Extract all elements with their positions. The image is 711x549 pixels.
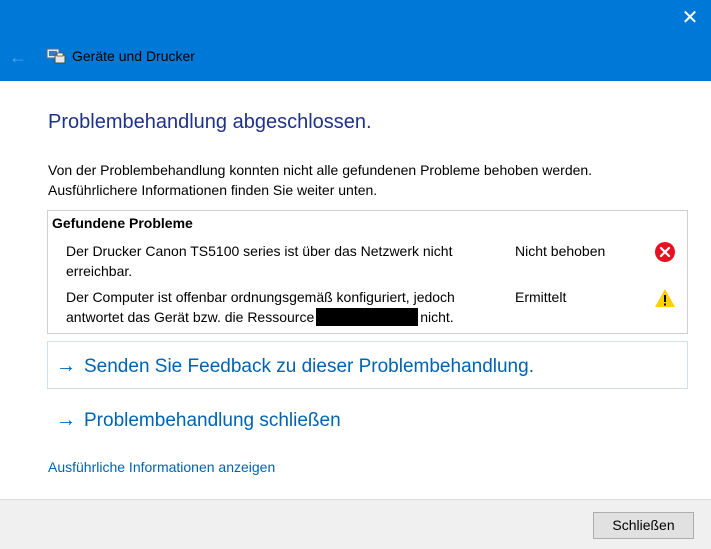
feedback-link[interactable]: → Senden Sie Feedback zu dieser Problembe… (56, 355, 534, 378)
problem-status: Ermittelt (515, 289, 567, 305)
problem-row: Der Computer ist offenbar ordnungsgemäß … (48, 287, 687, 329)
problem-description: Der Drucker Canon TS5100 series ist über… (66, 243, 453, 279)
page-title: Problembehandlung abgeschlossen. (48, 111, 372, 133)
problem-status: Nicht behoben (515, 243, 606, 259)
title-bar: ← Geräte und Drucker ✕ (0, 0, 711, 81)
back-arrow-icon[interactable]: ← (6, 45, 30, 69)
error-icon (655, 242, 675, 262)
intro-text: Von der Problembehandlung konnten nicht … (48, 160, 668, 200)
intro-line-2: Ausführlichere Informationen finden Sie … (48, 182, 378, 198)
arrow-right-icon: → (56, 409, 76, 431)
problems-title: Gefundene Probleme (52, 215, 193, 231)
arrow-right-icon: → (56, 355, 76, 377)
close-icon[interactable]: ✕ (676, 4, 704, 32)
close-button[interactable]: Schließen (593, 512, 694, 539)
window-title: Geräte und Drucker (72, 48, 195, 64)
close-troubleshooting-link[interactable]: → Problembehandlung schließen (56, 409, 341, 432)
feedback-box: → Senden Sie Feedback zu dieser Problembe… (47, 341, 688, 389)
warning-icon (655, 289, 675, 307)
intro-line-1: Von der Problembehandlung konnten nicht … (48, 162, 593, 178)
problem-row: Der Drucker Canon TS5100 series ist über… (48, 241, 687, 283)
problems-panel: Gefundene Probleme Der Drucker Canon TS5… (47, 210, 688, 334)
redacted-block (316, 308, 419, 326)
problem-description: Der Computer ist offenbar ordnungsgemäß … (66, 289, 455, 326)
details-link[interactable]: Ausführliche Informationen anzeigen (48, 459, 275, 475)
devices-printers-icon (46, 48, 66, 64)
